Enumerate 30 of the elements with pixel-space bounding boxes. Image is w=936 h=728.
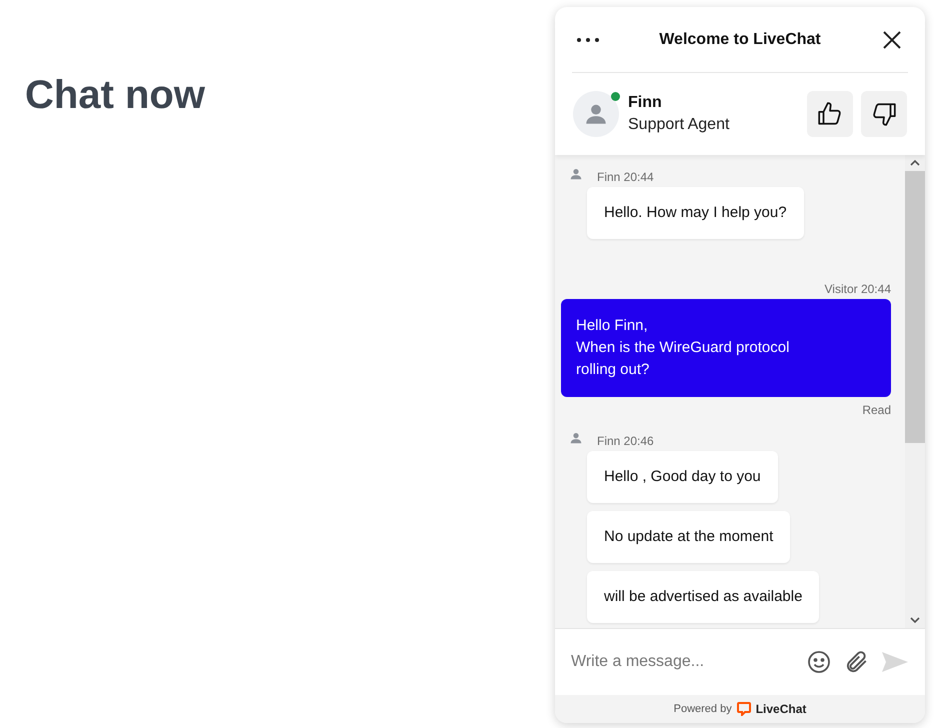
brand-name: LiveChat xyxy=(756,701,806,718)
message-meta: Visitor 20:44 xyxy=(824,281,891,297)
message-bubble: No update at the moment xyxy=(587,511,790,563)
scroll-up-icon xyxy=(910,159,920,167)
more-icon xyxy=(576,36,600,42)
page-heading: Chat now xyxy=(25,72,206,119)
close-icon xyxy=(883,30,901,48)
thumbs-up-button[interactable] xyxy=(807,91,853,137)
message-bubble: Hello. How may I help you? xyxy=(587,187,804,239)
livechat-logo-icon xyxy=(736,702,751,716)
powered-by-text: Powered by xyxy=(674,702,732,717)
agent-role: Support Agent xyxy=(628,115,730,135)
message-input[interactable]: Write a message... xyxy=(571,650,807,674)
scroll-down-icon xyxy=(910,616,920,624)
agent-avatar-icon xyxy=(569,167,583,181)
agent-name: Finn xyxy=(628,93,663,113)
emoji-icon[interactable] xyxy=(807,650,831,674)
message-bubble: Hello Finn, When is the WireGuard protocol rolling out? xyxy=(561,299,891,397)
message-meta: Finn 20:46 xyxy=(597,433,654,449)
thumbs-up-icon xyxy=(817,101,843,127)
widget-title: Welcome to LiveChat xyxy=(658,30,822,50)
message-bubble: Hello , Good day to you xyxy=(587,451,778,503)
thumbs-down-button[interactable] xyxy=(861,91,907,137)
thumbs-down-icon xyxy=(871,101,897,127)
scrollbar[interactable] xyxy=(905,155,925,628)
message-bubble: will be advertised as available xyxy=(587,571,820,623)
read-status: Read xyxy=(862,402,891,419)
scrollbar-thumb[interactable] xyxy=(905,171,925,443)
message-meta: Finn 20:44 xyxy=(597,169,654,185)
agent-avatar-icon xyxy=(569,431,583,445)
